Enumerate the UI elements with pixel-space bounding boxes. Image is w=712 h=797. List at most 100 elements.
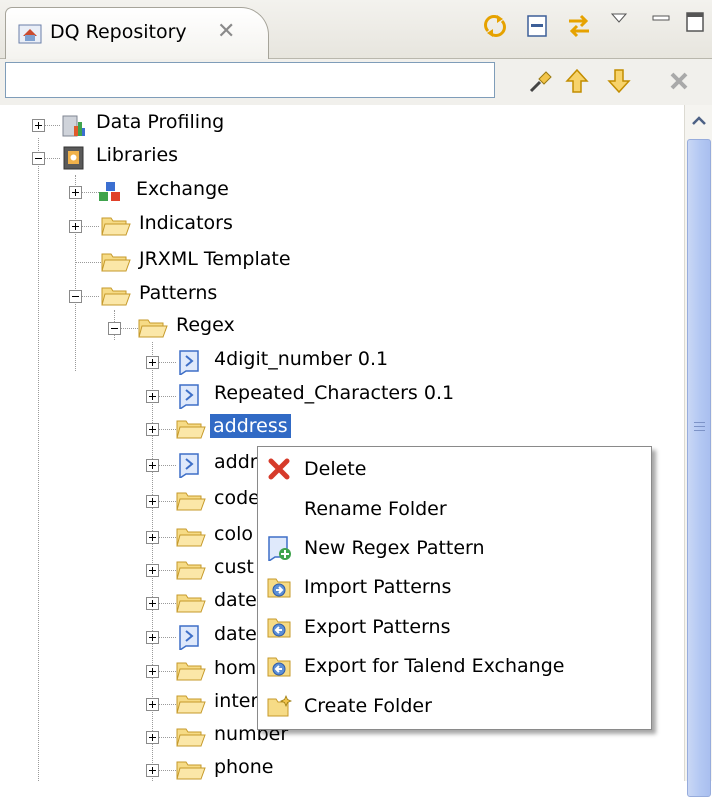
tree-item-label: Libraries xyxy=(96,144,179,166)
folder-icon xyxy=(176,660,206,687)
tree-item-label: Data Profiling xyxy=(96,111,225,133)
menu-item-import-patterns[interactable]: Import Patterns xyxy=(258,568,651,606)
menu-item-label: Delete xyxy=(304,458,367,480)
tree-item-label: date xyxy=(214,623,257,645)
expand-icon[interactable] xyxy=(146,423,159,436)
tree-item-patterns[interactable]: Patterns xyxy=(0,281,680,311)
menu-item-export-patterns[interactable]: Export Patterns xyxy=(258,608,651,646)
scroll-up-icon[interactable] xyxy=(689,111,709,136)
expand-icon[interactable] xyxy=(146,731,159,744)
menu-item-label: Export for Talend Exchange xyxy=(304,655,565,677)
expand-icon[interactable] xyxy=(32,119,45,132)
folder-icon xyxy=(101,215,131,242)
tree-item-label: address xyxy=(210,414,291,438)
export-exchange-icon xyxy=(266,654,292,678)
minimize-icon[interactable] xyxy=(648,4,674,32)
tree-item-label: Exchange xyxy=(136,178,229,200)
clear-icon[interactable] xyxy=(664,66,694,96)
delete-icon xyxy=(266,457,292,481)
expand-icon[interactable] xyxy=(69,220,82,233)
tree-item-repeated-characters[interactable]: Repeated_Characters 0.1 xyxy=(0,381,680,411)
sync-icon[interactable] xyxy=(478,12,512,40)
collapse-all-icon[interactable] xyxy=(522,12,552,40)
maximize-icon[interactable] xyxy=(682,8,708,36)
import-patterns-icon xyxy=(266,575,292,599)
menu-item-label: New Regex Pattern xyxy=(304,537,485,559)
tree-item-label: hom xyxy=(214,657,257,679)
tree-item-label: addr xyxy=(214,451,258,473)
expand-icon[interactable] xyxy=(146,564,159,577)
expand-icon[interactable] xyxy=(146,631,159,644)
menu-item-label: Import Patterns xyxy=(304,576,452,598)
tree-item-data-profiling[interactable]: Data Profiling xyxy=(0,110,680,140)
pattern-icon xyxy=(176,452,202,483)
folder-icon xyxy=(101,285,131,312)
collapse-icon[interactable] xyxy=(69,290,82,303)
pattern-icon xyxy=(176,383,202,414)
tab-dq-repository[interactable]: DQ Repository ✕ xyxy=(5,7,269,59)
menu-item-label: Rename Folder xyxy=(304,498,447,520)
link-editor-icon[interactable] xyxy=(562,12,596,40)
folder-icon xyxy=(176,526,206,553)
menu-item-delete[interactable]: Delete xyxy=(258,450,651,488)
tree-item-label: 4digit_number 0.1 xyxy=(214,348,389,370)
folder-icon xyxy=(176,693,206,720)
expand-icon[interactable] xyxy=(146,764,159,777)
create-folder-icon xyxy=(266,694,292,718)
folder-icon xyxy=(176,418,206,445)
filter-input[interactable] xyxy=(5,62,495,98)
collapse-icon[interactable] xyxy=(108,322,121,335)
folder-icon xyxy=(176,592,206,619)
tree-item-indicators[interactable]: Indicators xyxy=(0,211,680,241)
pin-icon[interactable] xyxy=(526,66,556,96)
up-arrow-icon[interactable] xyxy=(562,66,592,96)
tree-item-label: JRXML Template xyxy=(139,248,291,270)
tree-item-label: Indicators xyxy=(139,212,233,234)
expand-icon[interactable] xyxy=(146,698,159,711)
menu-item-label: Export Patterns xyxy=(304,616,451,638)
tab-title: DQ Repository xyxy=(50,21,187,43)
folder-icon xyxy=(138,317,168,344)
close-icon[interactable]: ✕ xyxy=(217,19,235,44)
expand-icon[interactable] xyxy=(69,186,82,199)
expand-icon[interactable] xyxy=(146,531,159,544)
data-profiling-icon xyxy=(60,112,86,143)
expand-icon[interactable] xyxy=(146,495,159,508)
tree-item-exchange[interactable]: Exchange xyxy=(0,177,680,207)
tree-item-regex[interactable]: Regex xyxy=(0,313,680,343)
tree-item-label: colo xyxy=(214,523,253,545)
menu-item-new-regex-pattern[interactable]: New Regex Pattern xyxy=(258,529,651,567)
tree-item-label: Regex xyxy=(176,314,235,336)
vertical-scrollbar[interactable] xyxy=(684,105,712,797)
pattern-icon xyxy=(176,349,202,380)
menu-item-export-for-talend-exchange[interactable]: Export for Talend Exchange xyxy=(258,647,651,685)
expand-icon[interactable] xyxy=(146,665,159,678)
expand-icon[interactable] xyxy=(146,356,159,369)
down-arrow-icon[interactable] xyxy=(604,66,634,96)
scrollbar-thumb[interactable] xyxy=(687,139,711,797)
tree-item-phone[interactable]: phone xyxy=(0,755,680,781)
menu-item-label: Create Folder xyxy=(304,695,432,717)
tree-item-label: date xyxy=(214,589,257,611)
tree-item-label: inter xyxy=(214,690,259,712)
tree-item-label: phone xyxy=(214,756,274,778)
menu-item-create-folder[interactable]: Create Folder xyxy=(258,687,651,725)
folder-icon xyxy=(176,759,206,781)
menu-item-rename-folder[interactable]: Rename Folder xyxy=(258,490,651,528)
tree-item-4digit-number[interactable]: 4digit_number 0.1 xyxy=(0,347,680,377)
filter-bar xyxy=(0,59,712,105)
exchange-icon xyxy=(97,180,123,209)
tree-item-label: code xyxy=(214,487,260,509)
export-patterns-icon xyxy=(266,615,292,639)
tree-item-libraries[interactable]: Libraries xyxy=(0,143,680,173)
expand-icon[interactable] xyxy=(146,597,159,610)
tree-item-jrxml-template[interactable]: JRXML Template xyxy=(0,247,680,277)
collapse-icon[interactable] xyxy=(32,152,45,165)
expand-icon[interactable] xyxy=(146,459,159,472)
expand-icon[interactable] xyxy=(146,390,159,403)
tree-item-label: Patterns xyxy=(139,282,218,304)
folder-icon xyxy=(101,251,131,278)
folder-icon xyxy=(176,490,206,517)
tree-item-address[interactable]: address xyxy=(0,414,680,444)
view-menu-icon[interactable] xyxy=(606,4,632,32)
